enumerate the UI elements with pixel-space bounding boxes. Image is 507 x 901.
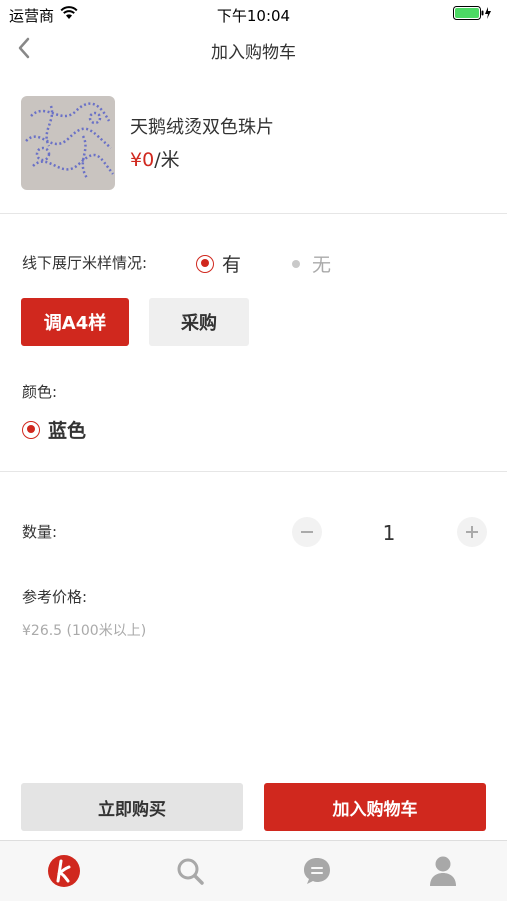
search-icon bbox=[177, 858, 204, 885]
sample-option-yes-label: 有 bbox=[222, 254, 242, 276]
sample-option-no-label: 无 bbox=[312, 254, 332, 276]
status-time: 下午10:04 bbox=[216, 7, 291, 25]
purchase-button[interactable]: 采购 bbox=[149, 298, 249, 346]
tab-messages[interactable] bbox=[295, 849, 339, 893]
product-thumbnail bbox=[21, 96, 115, 190]
quantity-decrement-button[interactable] bbox=[292, 517, 322, 547]
sample-availability-label: 线下展厅米样情况: bbox=[22, 254, 148, 272]
add-to-cart-button[interactable]: 加入购物车 bbox=[264, 783, 486, 831]
product-price: ¥0/米 bbox=[130, 145, 180, 172]
tab-bar bbox=[0, 840, 507, 901]
page-title: 加入购物车 bbox=[211, 43, 296, 63]
tab-search[interactable] bbox=[168, 849, 212, 893]
quantity-increment-button[interactable] bbox=[457, 517, 487, 547]
buy-now-button[interactable]: 立即购买 bbox=[21, 783, 243, 831]
color-option-label: 蓝色 bbox=[48, 420, 87, 442]
profile-icon bbox=[430, 856, 456, 886]
status-bar: 运营商 下午10:04 bbox=[0, 0, 507, 28]
product-summary: 天鹅绒烫双色珠片 ¥0/米 bbox=[0, 85, 507, 214]
nav-bar: 加入购物车 bbox=[0, 28, 507, 68]
reference-price-label: 参考价格: bbox=[22, 588, 88, 606]
sample-option-no[interactable]: 无 bbox=[288, 250, 331, 277]
tab-home[interactable] bbox=[42, 849, 86, 893]
color-option-blue[interactable]: 蓝色 bbox=[22, 416, 86, 443]
request-a4-sample-button[interactable]: 调A4样 bbox=[21, 298, 129, 346]
minus-icon bbox=[301, 531, 313, 533]
product-name: 天鹅绒烫双色珠片 bbox=[130, 117, 274, 138]
sample-option-yes[interactable]: 有 bbox=[196, 250, 241, 277]
tab-profile[interactable] bbox=[421, 849, 465, 893]
sample-availability-row: 线下展厅米样情况: 有 无 bbox=[22, 250, 492, 277]
brand-logo-icon bbox=[48, 855, 80, 887]
quantity-value[interactable]: 1 bbox=[370, 521, 408, 545]
battery-icon bbox=[453, 6, 493, 24]
plus-icon bbox=[466, 526, 478, 538]
price-unit: /米 bbox=[154, 149, 180, 171]
reference-price-value: ¥26.5 (100米以上) bbox=[22, 623, 147, 639]
radio-selected-icon bbox=[196, 254, 214, 273]
radio-selected-icon bbox=[22, 420, 40, 439]
chat-icon bbox=[304, 858, 330, 884]
price-amount: ¥0 bbox=[130, 149, 155, 171]
section-divider bbox=[0, 471, 507, 472]
quantity-label: 数量: bbox=[22, 523, 58, 541]
radio-disabled-icon bbox=[288, 256, 304, 272]
color-label: 颜色: bbox=[22, 383, 58, 401]
